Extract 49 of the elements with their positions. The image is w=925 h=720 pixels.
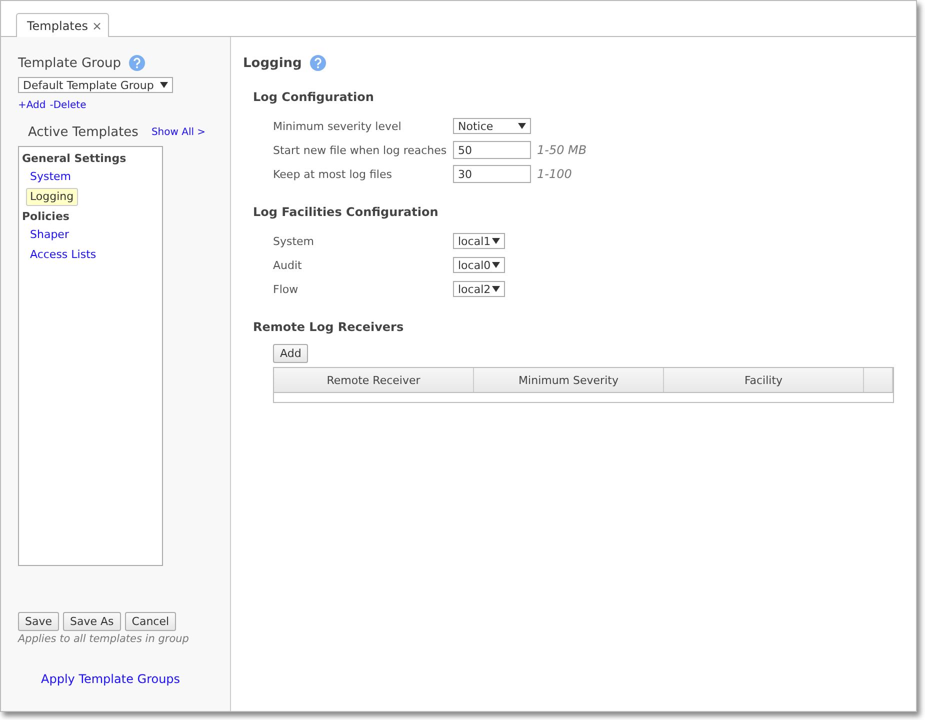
add-button[interactable]: Add (273, 344, 308, 363)
close-icon[interactable]: × (92, 18, 102, 32)
show-all-link[interactable]: Show All > (151, 127, 206, 138)
tab[interactable]: Templates × (16, 13, 110, 37)
column-header: Minimum Severity (474, 368, 664, 392)
field-label: Flow (273, 282, 300, 296)
group-label: General Settings (22, 151, 126, 167)
template-item[interactable]: Shaper (26, 226, 73, 244)
select-field[interactable]: Notice (453, 118, 531, 134)
field-label: Minimum severity level (273, 120, 402, 132)
template-item[interactable]: Logging (26, 188, 78, 206)
caret-icon (160, 82, 168, 88)
caret-icon (492, 262, 500, 268)
apply-link[interactable]: Apply Template Groups (41, 672, 180, 686)
select-field[interactable]: local1 (453, 233, 505, 249)
select-field[interactable]: local0 (453, 257, 505, 273)
action-button[interactable]: Save As (63, 612, 121, 631)
column-header (864, 368, 893, 392)
action-button[interactable]: Cancel (124, 612, 176, 631)
template-group-select[interactable]: Default Template Group (18, 77, 173, 93)
field-label: Audit (273, 258, 303, 272)
link[interactable]: -Delete (50, 100, 86, 111)
caret-icon (518, 123, 526, 129)
field-label: System (273, 234, 316, 248)
field-label: Start new file when log reaches (273, 144, 448, 156)
caret-icon (492, 286, 500, 292)
help-icon[interactable] (129, 55, 146, 71)
column-header: Facility (664, 368, 864, 392)
action-button[interactable]: Save (18, 612, 60, 631)
section-title: Remote Log Receivers (253, 320, 405, 334)
hint-text: 1-50 MB (537, 143, 587, 157)
field-label: Keep at most log files (273, 168, 393, 180)
input-field[interactable]: 30 (453, 165, 531, 183)
template-item[interactable]: Access Lists (26, 246, 100, 264)
input-field[interactable]: 50 (453, 141, 531, 159)
select-field[interactable]: local2 (453, 281, 505, 297)
link[interactable]: +Add (18, 100, 46, 111)
group-label: Policies (22, 209, 70, 225)
page-title: Logging (243, 56, 302, 70)
hint-text: 1-100 (537, 167, 572, 181)
column-header: Remote Receiver (274, 368, 474, 392)
template-item[interactable]: System (26, 168, 76, 186)
help-icon[interactable] (310, 55, 326, 71)
section-title: Log Configuration (253, 90, 375, 104)
section-title: Active Templates (28, 125, 138, 140)
section-title: Log Facilities Configuration (253, 205, 440, 219)
note-text: Applies to all templates in group (18, 633, 190, 645)
section-title: Template Group (18, 56, 122, 70)
caret-icon (492, 238, 500, 244)
